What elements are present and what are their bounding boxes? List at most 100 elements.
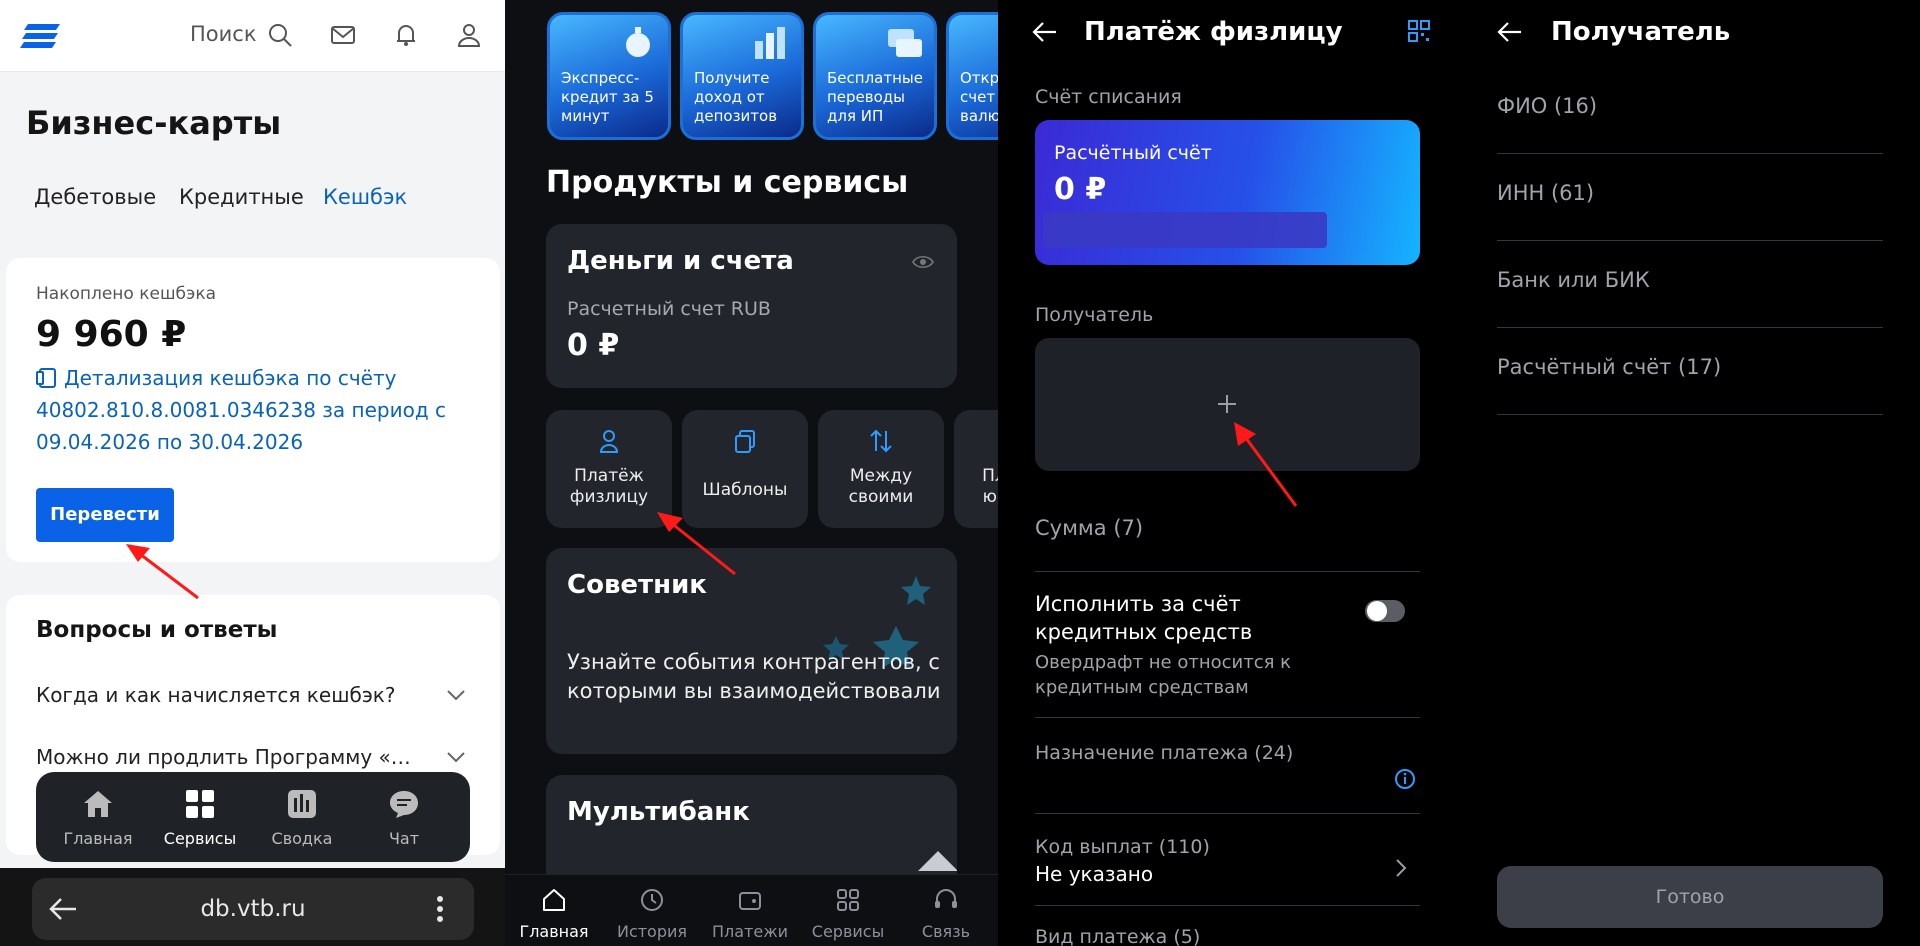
recipient-screen: Получатель ФИО (16) ИНН (61) Банк или БИ… [1460, 0, 1920, 946]
purpose-field[interactable]: Назначение платежа (24) [1035, 738, 1420, 814]
amount-field[interactable]: Сумма (7) [1035, 512, 1420, 572]
clock-icon [641, 889, 663, 911]
annotation-arrow [126, 544, 199, 600]
stopwatch-icon [626, 27, 650, 57]
tab-label: Платежи [711, 922, 789, 941]
tab-label: История [616, 922, 688, 941]
search-label[interactable]: Поиск [190, 22, 257, 46]
field-label: ФИО (16) [1497, 94, 1598, 118]
nav-item-summary[interactable]: Сводка [252, 772, 352, 862]
promo-text: Получите доход от депозитов [694, 69, 778, 125]
cashback-card: Накоплено кешбэка 9 960 ₽ Детализация ке… [6, 258, 500, 562]
building-chart-icon [755, 27, 785, 59]
screen-title: Платёж физлицу [1084, 17, 1343, 47]
nav-item-services[interactable]: Сервисы [150, 772, 250, 862]
add-recipient-button[interactable] [1035, 338, 1420, 471]
credit-toggle-title: Исполнить за счёт кредитных средств [1035, 592, 1253, 644]
quick-action-company-payment[interactable]: Платёж юрлицу [954, 410, 998, 528]
tab-credit[interactable]: Кредитные [179, 185, 304, 209]
promo-card[interactable]: Бесплатные переводы для ИП [813, 12, 937, 140]
field-label: Расчётный счёт (17) [1497, 355, 1722, 379]
quick-action-between-own[interactable]: Между своими [818, 410, 944, 528]
faq-title: Вопросы и ответы [36, 617, 278, 643]
top-bar: Поиск [0, 0, 505, 72]
chevron-down-icon[interactable] [446, 688, 466, 702]
promo-card[interactable]: Экспресс-кредит за 5 минут [547, 12, 671, 140]
search-icon[interactable] [267, 22, 293, 48]
debit-account-card[interactable]: Расчётный счёт 0 ₽ [1035, 120, 1420, 265]
faq-question[interactable]: Когда и как начисляется кешбэк? [36, 683, 436, 707]
user-icon[interactable] [456, 22, 482, 48]
accumulated-label: Накоплено кешбэка [36, 284, 217, 304]
plus-icon [1218, 395, 1236, 413]
nav-item-home[interactable]: Главная [48, 772, 148, 862]
qr-scan-icon[interactable] [1408, 20, 1430, 42]
tab-debit[interactable]: Дебетовые [34, 185, 156, 209]
money-accounts-card[interactable]: Деньги и счета Расчетный счет RUB 0 ₽ [546, 224, 957, 388]
document-icon [36, 368, 56, 388]
done-button[interactable]: Готово [1497, 866, 1883, 928]
tab-history[interactable]: История [603, 875, 701, 946]
cashback-detail-text[interactable]: Детализация кешбэка по счёту 40802.810.8… [36, 366, 446, 454]
tab-home[interactable]: Главная [505, 875, 603, 946]
home-icon [543, 889, 565, 911]
back-arrow-icon[interactable] [1032, 20, 1058, 44]
url-bar[interactable]: db.vtb.ru [32, 878, 474, 940]
cashback-amount: 9 960 ₽ [36, 314, 187, 355]
business-cards-screen: Поиск Бизнес-карты Дебетовые Кредитные К [0, 0, 505, 946]
credit-toggle-subtitle: Овердрафт не относится к кредитным средс… [1035, 652, 1292, 698]
chevron-right-icon [1396, 859, 1407, 877]
vtb-logo-icon[interactable] [20, 22, 62, 50]
page-title: Бизнес-карты [26, 104, 282, 142]
home-icon [84, 791, 112, 817]
cashback-detail-link[interactable]: Детализация кешбэка по счёту 40802.810.8… [36, 362, 466, 458]
eye-icon[interactable] [912, 254, 934, 270]
swap-icon [870, 429, 892, 453]
account-number-field[interactable]: Расчётный счёт (17) [1497, 327, 1883, 415]
bell-icon[interactable] [393, 22, 419, 48]
masked-account-number [1043, 212, 1327, 248]
payment-type-field[interactable]: Вид платежа (5) [1035, 924, 1420, 946]
tab-label: Сервисы [811, 922, 885, 941]
promo-card[interactable]: Получите доход от депозитов [680, 12, 804, 140]
tab-payments[interactable]: Платежи [701, 875, 799, 946]
mail-icon[interactable] [330, 22, 356, 48]
browser-bar: db.vtb.ru [0, 868, 505, 946]
inn-field[interactable]: ИНН (61) [1497, 153, 1883, 241]
nav-label: Главная [63, 829, 133, 848]
nav-item-chat[interactable]: Чат [354, 772, 454, 862]
full-name-field[interactable]: ФИО (16) [1497, 66, 1883, 154]
promo-text: Открыть счет в валюте [960, 69, 998, 125]
chat-icon [390, 791, 418, 818]
recipient-label: Получатель [1035, 304, 1154, 326]
url-text[interactable]: db.vtb.ru [32, 878, 474, 940]
copy-icon [735, 430, 755, 453]
tab-cashback[interactable]: Кешбэк [323, 185, 407, 209]
bank-bik-field[interactable]: Банк или БИК [1497, 240, 1883, 328]
back-arrow-icon[interactable] [1497, 20, 1523, 44]
quick-action-label: Платёж юрлицу [982, 466, 998, 507]
nav-label: Сводка [271, 829, 333, 848]
account-label: Расчетный счет RUB [567, 298, 771, 320]
credit-funds-toggle[interactable] [1365, 600, 1405, 622]
headset-icon [935, 889, 957, 908]
chart-icon [288, 790, 316, 818]
amount-label: Сумма (7) [1035, 516, 1144, 540]
toggle-knob [1367, 601, 1387, 621]
annotation-arrow [657, 512, 736, 576]
transfer-button[interactable]: Перевести [36, 488, 174, 542]
tab-services[interactable]: Сервисы [799, 875, 897, 946]
info-icon[interactable] [1394, 768, 1416, 790]
payout-code-value: Не указано [1035, 862, 1154, 886]
field-label: Банк или БИК [1497, 268, 1650, 292]
tab-contact[interactable]: Связь [897, 875, 995, 946]
advisor-card[interactable]: Советник Узнайте события контрагентов, с… [546, 548, 957, 754]
promo-card[interactable]: Открыть счет в валюте [946, 12, 998, 140]
credit-funds-row: Исполнить за счёт кредитных средств Овер… [1035, 590, 1420, 718]
annotation-arrow [1234, 422, 1298, 507]
promo-text: Бесплатные переводы для ИП [827, 69, 923, 125]
more-vertical-icon[interactable] [436, 895, 444, 923]
payout-code-field[interactable]: Код выплат (110) Не указано [1035, 832, 1420, 906]
faq-question[interactable]: Можно ли продлить Программу «… [36, 745, 436, 769]
chevron-down-icon[interactable] [446, 750, 466, 764]
